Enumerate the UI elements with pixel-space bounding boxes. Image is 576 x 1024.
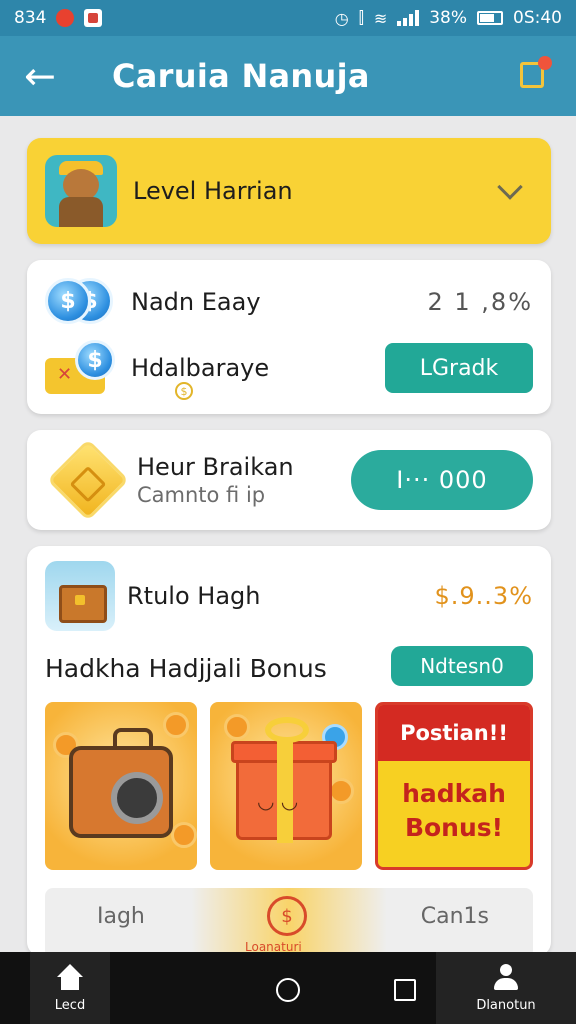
redeem-card: Heur Braikan Camnto fi ip I··· 000 bbox=[27, 430, 551, 530]
wifi-icon: ≋ bbox=[373, 8, 388, 28]
home-icon bbox=[55, 963, 85, 992]
recents-button[interactable] bbox=[394, 979, 416, 1001]
status-time: 834 bbox=[14, 8, 47, 28]
level-dropdown[interactable]: Level Harrian bbox=[27, 138, 551, 244]
blue-coins-icon: $ $ bbox=[45, 274, 119, 330]
reward-row-button[interactable]: LGradk bbox=[385, 343, 533, 393]
bonus-footer-bar: Iagh $ Loanaturi Can1s bbox=[45, 888, 533, 952]
status-clock: 0S:40 bbox=[513, 8, 562, 28]
battery-percent: 38% bbox=[429, 8, 468, 28]
footer-left-tab[interactable]: Iagh bbox=[97, 904, 145, 929]
redeem-subtitle: Camnto fi ip bbox=[137, 483, 266, 507]
nav-profile-label: Dlanotun bbox=[476, 997, 536, 1013]
nav-home[interactable]: Lecd bbox=[30, 952, 110, 1024]
person-icon bbox=[491, 963, 521, 992]
navigation-bar: Lecd Dlanotun bbox=[0, 952, 576, 1024]
document-badge-icon[interactable] bbox=[516, 56, 552, 92]
bonus-header-value: $.9..3% bbox=[434, 582, 533, 610]
level-label: Level Harrian bbox=[133, 177, 293, 205]
camera-chest-icon bbox=[69, 728, 173, 838]
back-arrow-icon[interactable]: ← bbox=[24, 57, 80, 95]
bonus-tile-gift[interactable]: ◡ ◡ bbox=[210, 702, 362, 870]
reward-row-label: Hdalbaraye bbox=[131, 354, 270, 382]
status-bar: 834 ◷ ⫿ ≋ 38% 0S:40 bbox=[0, 0, 576, 36]
bonus-tile-camera[interactable] bbox=[45, 702, 197, 870]
chevron-down-icon bbox=[497, 174, 523, 200]
bonus-tiles: ◡ ◡ Postian!! hadkah Bonus! bbox=[45, 702, 533, 870]
page-title: Caruia Nanuja bbox=[112, 57, 370, 95]
app-bar: ← Caruia Nanuja bbox=[0, 36, 576, 116]
rewards-card: $ $ Nadn Eaay 2 1 ,8% $ Hdalbaraye LGrad… bbox=[27, 260, 551, 414]
footer-middle-label: Loanaturi bbox=[245, 940, 302, 952]
reward-row-value: 2 1 ,8% bbox=[427, 288, 533, 316]
main-content: Level Harrian $ $ Nadn Eaay 2 1 ,8% $ Hd… bbox=[0, 116, 576, 952]
redeem-title: Heur Braikan bbox=[137, 453, 294, 481]
footer-right-tab[interactable]: Can1s bbox=[421, 904, 489, 929]
alarm-icon: ◷ bbox=[334, 8, 349, 28]
alarm-clock-icon[interactable]: $ bbox=[267, 896, 307, 936]
battery-icon bbox=[477, 11, 504, 25]
small-coin-icon: $ bbox=[175, 382, 193, 400]
bonus-header-label: Rtulo Hagh bbox=[127, 582, 261, 610]
bonus-card: Rtulo Hagh $.9..3% Hadkha Hadjjali Bonus… bbox=[27, 546, 551, 952]
nav-profile[interactable]: Dlanotun bbox=[436, 952, 576, 1024]
nav-home-label: Lecd bbox=[54, 997, 86, 1013]
gift-box-icon: ◡ ◡ bbox=[231, 717, 337, 843]
vibrate-icon: ⫿ bbox=[358, 8, 364, 27]
promo-banner: Postian!! bbox=[378, 705, 530, 761]
promo-line-2: Bonus! bbox=[404, 813, 504, 842]
bonus-section-button[interactable]: Ndtesn0 bbox=[391, 646, 533, 686]
promo-line-1: hadkah bbox=[402, 779, 506, 808]
wallet-coin-icon: $ bbox=[45, 340, 119, 396]
monkey-avatar-icon bbox=[45, 155, 117, 227]
redeem-button[interactable]: I··· 000 bbox=[351, 450, 533, 510]
signal-icon bbox=[397, 10, 420, 26]
treasure-chest-icon bbox=[45, 561, 115, 631]
home-circle-button[interactable] bbox=[276, 978, 300, 1002]
gallery-icon bbox=[84, 9, 103, 27]
notification-dot-icon bbox=[56, 9, 75, 27]
reward-row-label: Nadn Eaay bbox=[131, 288, 261, 316]
bonus-section-title: Hadkha Hadjjali Bonus bbox=[45, 654, 327, 683]
gold-gem-icon bbox=[46, 438, 130, 522]
bonus-tile-promo[interactable]: Postian!! hadkah Bonus! bbox=[375, 702, 533, 870]
